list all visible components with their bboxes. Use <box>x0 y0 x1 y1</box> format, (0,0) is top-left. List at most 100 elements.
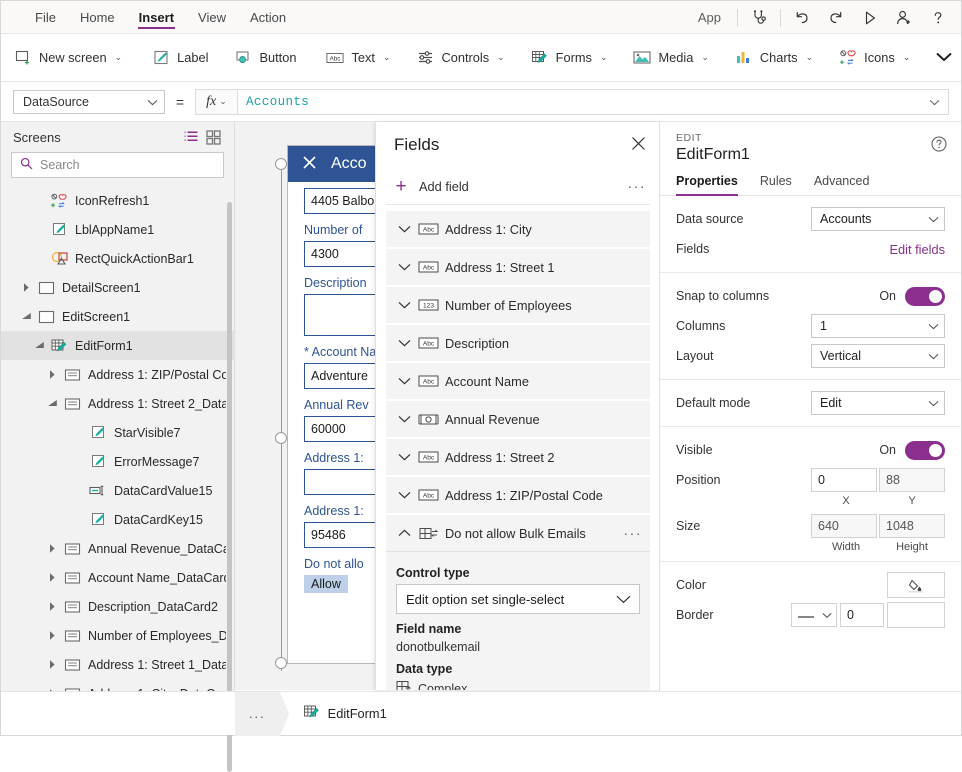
thumbnail-view-icon[interactable] <box>202 126 224 148</box>
add-field-button[interactable]: + Add field ··· <box>376 168 660 204</box>
tree-item-annual-revenue-datacard2[interactable]: Annual Revenue_DataCard2 <box>1 534 234 563</box>
chevron-down-icon[interactable] <box>396 377 412 385</box>
chevron-down-icon[interactable] <box>396 339 412 347</box>
columns-select[interactable]: 1 <box>811 314 945 338</box>
undo-icon[interactable] <box>785 1 819 34</box>
menu-item-insert[interactable]: Insert <box>127 1 186 34</box>
position-x-input[interactable]: 0 <box>811 468 877 492</box>
ribbon-new-screen[interactable]: New screen ⌄ <box>1 43 135 73</box>
tree-item-description-datacard2[interactable]: Description_DataCard2 <box>1 592 234 621</box>
border-color-swatch[interactable] <box>887 602 945 628</box>
tree-item-datacardkey15[interactable]: DataCardKey15 <box>1 505 234 534</box>
menu-item-file[interactable]: File <box>23 1 68 34</box>
field-row-address-1-zip-postal-code[interactable]: Abc Address 1: ZIP/Postal Code <box>386 477 650 513</box>
chevron-down-icon[interactable] <box>396 263 412 271</box>
field-row-annual-revenue[interactable]: Annual Revenue <box>386 401 650 437</box>
field-row-number-of-employees[interactable]: 123 Number of Employees <box>386 287 650 323</box>
tree-item-editform1[interactable]: EditForm1 <box>1 331 234 360</box>
selection-handle-top[interactable] <box>275 158 287 170</box>
tree-item-detailscreen1[interactable]: DetailScreen1 <box>1 273 234 302</box>
field-row-description[interactable]: Abc Description <box>386 325 650 361</box>
tree-item-address-1-zip-postal-code[interactable]: Address 1: ZIP/Postal Code_ <box>1 360 234 389</box>
tab-rules[interactable]: Rules <box>760 174 792 195</box>
tab-advanced[interactable]: Advanced <box>814 174 870 195</box>
close-icon[interactable] <box>301 154 318 174</box>
size-height-input[interactable]: 1048 <box>879 514 945 538</box>
ribbon-icons[interactable]: Icons ⌄ <box>826 43 923 73</box>
field-row-account-name[interactable]: Abc Account Name <box>386 363 650 399</box>
snap-to-columns-toggle[interactable] <box>905 286 945 306</box>
share-user-icon[interactable] <box>887 1 921 34</box>
tree-item-address-1-street-1-datacar[interactable]: Address 1: Street 1_DataCar <box>1 650 234 679</box>
tree-view-icon[interactable] <box>180 126 202 148</box>
breadcrumb-overflow[interactable]: ... <box>235 691 280 736</box>
chevron-down-icon[interactable] <box>396 415 412 423</box>
field-row-address-1-city[interactable]: Abc Address 1: City <box>386 211 650 247</box>
selection-handle-middle[interactable] <box>275 432 287 444</box>
twisty-icon[interactable] <box>72 455 85 468</box>
ribbon-text[interactable]: Abc Text ⌄ <box>313 43 403 73</box>
tree-scrollbar[interactable] <box>227 202 232 772</box>
menu-item-view[interactable]: View <box>186 1 238 34</box>
tree-item-iconrefresh1[interactable]: IconRefresh1 <box>1 186 234 215</box>
default-mode-select[interactable]: Edit <box>811 391 945 415</box>
twisty-icon[interactable] <box>33 339 46 352</box>
app-label[interactable]: App <box>686 10 733 25</box>
breadcrumb-current[interactable]: EditForm1 <box>289 692 401 736</box>
help-circle-icon[interactable] <box>931 136 947 155</box>
twisty-icon[interactable] <box>20 281 33 294</box>
tree-item-address-1-street-2-datacar[interactable]: Address 1: Street 2_DataCar <box>1 389 234 418</box>
chevron-down-icon[interactable] <box>396 301 412 309</box>
chevron-up-icon[interactable] <box>396 529 412 537</box>
ribbon-charts[interactable]: Charts ⌄ <box>722 43 826 73</box>
tree-item-errormessage7[interactable]: ErrorMessage7 <box>1 447 234 476</box>
twisty-icon[interactable] <box>33 223 46 236</box>
formula-input[interactable]: Accounts <box>237 88 949 115</box>
border-width-input[interactable]: 0 <box>840 603 884 627</box>
chevron-down-icon[interactable] <box>929 95 940 109</box>
twisty-icon[interactable] <box>20 310 33 323</box>
control-type-select[interactable]: Edit option set single-select <box>396 584 640 614</box>
close-icon[interactable] <box>631 136 646 154</box>
field-row-address-1-street-2[interactable]: Abc Address 1: Street 2 <box>386 439 650 475</box>
search-input[interactable]: Search <box>11 152 224 178</box>
twisty-icon[interactable] <box>72 426 85 439</box>
twisty-icon[interactable] <box>46 571 59 584</box>
tree-item-account-name-datacard2[interactable]: Account Name_DataCard2 <box>1 563 234 592</box>
fx-button[interactable]: fx ⌄ <box>195 88 237 115</box>
selection-handle-bottom[interactable] <box>275 657 287 669</box>
play-icon[interactable] <box>853 1 887 34</box>
ribbon-label-control[interactable]: Label <box>139 43 221 73</box>
twisty-icon[interactable] <box>46 629 59 642</box>
tree-item-lblappname1[interactable]: LblAppName1 <box>1 215 234 244</box>
screens-tree[interactable]: IconRefresh1 LblAppName1 RectQuickActionBa… <box>1 186 234 692</box>
ribbon-media[interactable]: Media ⌄ <box>620 43 721 73</box>
fill-color-icon[interactable] <box>887 572 945 598</box>
twisty-icon[interactable] <box>33 194 46 207</box>
tree-item-datacardvalue15[interactable]: DataCardValue15 <box>1 476 234 505</box>
ribbon-button-control[interactable]: Button <box>221 43 309 73</box>
more-options-icon[interactable]: ··· <box>624 525 643 541</box>
tree-item-starvisible7[interactable]: StarVisible7 <box>1 418 234 447</box>
chevron-down-icon[interactable] <box>396 453 412 461</box>
more-options-icon[interactable]: ··· <box>628 178 647 194</box>
help-icon[interactable] <box>921 1 955 34</box>
fields-list[interactable]: Abc Address 1: City Abc Address 1: Street 1… <box>376 205 660 552</box>
twisty-icon[interactable] <box>46 397 59 410</box>
tree-item-number-of-employees-data[interactable]: Number of Employees_Data <box>1 621 234 650</box>
menu-item-home[interactable]: Home <box>68 1 127 34</box>
tree-item-rectquickactionbar1[interactable]: RectQuickActionBar1 <box>1 244 234 273</box>
twisty-icon[interactable] <box>46 542 59 555</box>
ribbon-overflow-button[interactable] <box>923 43 962 73</box>
health-check-icon[interactable] <box>742 1 776 34</box>
data-source-select[interactable]: Accounts <box>811 207 945 231</box>
position-y-input[interactable]: 88 <box>879 468 945 492</box>
field-row-address-1-street-1[interactable]: Abc Address 1: Street 1 <box>386 249 650 285</box>
twisty-icon[interactable] <box>33 252 46 265</box>
border-style-select[interactable] <box>791 603 837 627</box>
tab-properties[interactable]: Properties <box>676 174 738 196</box>
twisty-icon[interactable] <box>46 600 59 613</box>
twisty-icon[interactable] <box>72 513 85 526</box>
twisty-icon[interactable] <box>72 484 85 497</box>
chevron-down-icon[interactable] <box>396 491 412 499</box>
